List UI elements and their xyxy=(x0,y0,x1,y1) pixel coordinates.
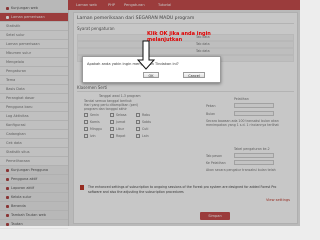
confirm-dialog: Apakah anda yakin ingin menyimpan Tindak… xyxy=(82,56,221,83)
dialog-message: Apakah anda yakin ingin menyimpan Tindak… xyxy=(87,62,179,66)
annotation-line: melanjutkan xyxy=(147,37,183,43)
cancel-button[interactable]: Cancel xyxy=(183,72,205,78)
annotation-label: Klik OK jika anda ingin melanjutkan xyxy=(147,31,211,43)
ok-button[interactable]: OK xyxy=(143,72,159,78)
